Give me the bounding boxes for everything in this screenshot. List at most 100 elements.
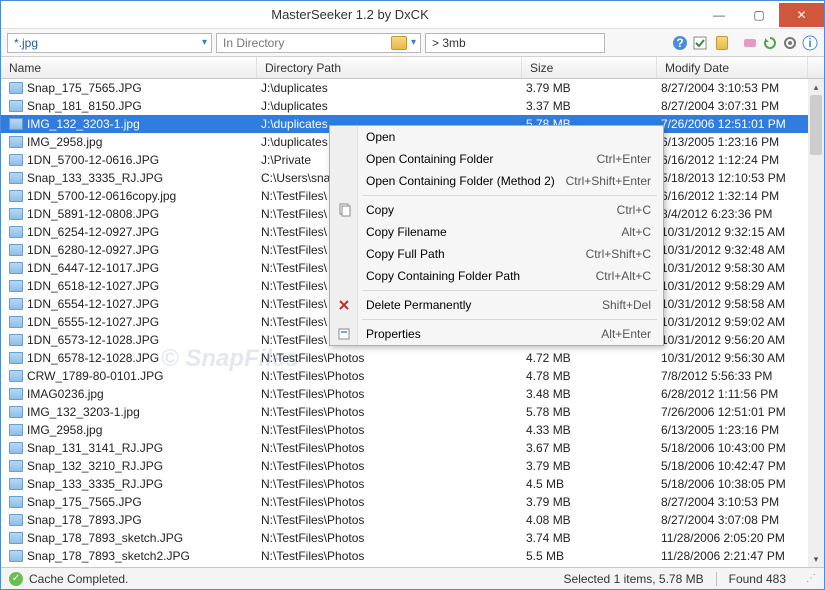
- gear-icon[interactable]: [782, 35, 798, 51]
- dropdown-icon[interactable]: ▾: [411, 37, 416, 48]
- file-name: Snap_175_7565.JPG: [27, 495, 142, 509]
- menu-item[interactable]: Open Containing FolderCtrl+Enter: [330, 148, 663, 170]
- refresh-icon[interactable]: [762, 35, 778, 51]
- directory-input[interactable]: [221, 36, 387, 50]
- scrollbar-thumb[interactable]: [810, 95, 822, 155]
- header-date[interactable]: Modify Date: [657, 57, 808, 78]
- image-file-icon: [9, 136, 23, 148]
- info-icon[interactable]: i: [802, 35, 818, 51]
- file-size: 4.08 MB: [522, 513, 657, 527]
- file-date: 8/27/2004 3:10:53 PM: [657, 495, 824, 509]
- header-name[interactable]: Name: [1, 57, 257, 78]
- file-dir: N:\TestFiles\Photos: [257, 513, 522, 527]
- header-dir[interactable]: Directory Path: [257, 57, 522, 78]
- table-row[interactable]: Snap_131_3141_RJ.JPGN:\TestFiles\Photos3…: [1, 439, 824, 457]
- image-file-icon: [9, 424, 23, 436]
- copy-icon: [336, 202, 352, 218]
- file-dir: N:\TestFiles\Photos: [257, 369, 522, 383]
- folder-tool-icon[interactable]: [712, 35, 728, 51]
- vertical-scrollbar[interactable]: ▴ ▾: [808, 79, 824, 567]
- folder-icon[interactable]: [391, 36, 407, 50]
- menu-item[interactable]: Open Containing Folder (Method 2)Ctrl+Sh…: [330, 170, 663, 192]
- menu-item[interactable]: CopyCtrl+C: [330, 199, 663, 221]
- file-dir: N:\TestFiles\Photos: [257, 405, 522, 419]
- file-name: Snap_181_8150.JPG: [27, 99, 142, 113]
- directory-box[interactable]: ▾: [216, 33, 421, 53]
- dropdown-icon[interactable]: ▾: [202, 37, 207, 48]
- image-file-icon: [9, 478, 23, 490]
- search-pattern-input[interactable]: [12, 36, 198, 50]
- menu-label: Open Containing Folder: [366, 152, 493, 166]
- image-file-icon: [9, 244, 23, 256]
- table-row[interactable]: Snap_175_7565.JPGN:\TestFiles\Photos3.79…: [1, 493, 824, 511]
- table-row[interactable]: Snap_178_7893_sketch.JPGN:\TestFiles\Pho…: [1, 529, 824, 547]
- resize-grip-icon[interactable]: ⋰: [806, 573, 816, 584]
- menu-label: Copy Containing Folder Path: [366, 269, 520, 283]
- table-row[interactable]: Snap_178_7893_sketch2.JPGN:\TestFiles\Ph…: [1, 547, 824, 565]
- table-row[interactable]: IMG_132_3203-1.jpgN:\TestFiles\Photos5.7…: [1, 403, 824, 421]
- table-row[interactable]: Snap_178_7893.JPG N:\TestFiles\Photos4.08…: [1, 511, 824, 529]
- check-icon: ✓: [9, 572, 23, 586]
- toolbar: ▾ ▾ ? i: [1, 29, 824, 57]
- file-size: 3.67 MB: [522, 441, 657, 455]
- image-file-icon: [9, 262, 23, 274]
- close-button[interactable]: ✕: [779, 3, 824, 27]
- file-name: CRW_1789-80-0101.JPG: [27, 369, 164, 383]
- table-row[interactable]: 1DN_6578-12-1028.JPGN:\TestFiles\Photos4…: [1, 349, 824, 367]
- table-row[interactable]: CRW_1789-80-0101.JPGN:\TestFiles\Photos4…: [1, 367, 824, 385]
- header-size[interactable]: Size: [522, 57, 657, 78]
- menu-item[interactable]: Delete PermanentlyShift+Del: [330, 294, 663, 316]
- file-size: 3.74 MB: [522, 531, 657, 545]
- svg-text:?: ?: [676, 36, 683, 50]
- file-name: 1DN_6518-12-1027.JPG: [27, 279, 159, 293]
- file-dir: N:\TestFiles\Photos: [257, 387, 522, 401]
- delete-icon: [336, 297, 352, 313]
- file-size: 3.48 MB: [522, 387, 657, 401]
- file-date: 5/18/2006 10:42:47 PM: [657, 459, 824, 473]
- checkbox-icon[interactable]: [692, 35, 708, 51]
- status-cache: Cache Completed.: [29, 572, 128, 586]
- status-selection: Selected 1 items, 5.78 MB: [564, 572, 704, 586]
- menu-item[interactable]: Open: [330, 126, 663, 148]
- file-date: 5/18/2006 10:38:05 PM: [657, 477, 824, 491]
- file-date: 10/31/2012 9:56:30 AM: [657, 351, 824, 365]
- menu-item[interactable]: Copy Containing Folder PathCtrl+Alt+C: [330, 265, 663, 287]
- file-date: 6/13/2005 1:23:16 PM: [657, 135, 824, 149]
- size-filter-input[interactable]: [430, 36, 600, 50]
- table-row[interactable]: IMG_2958.jpgN:\TestFiles\Photos4.33 MB6/…: [1, 421, 824, 439]
- file-dir: N:\TestFiles\Photos: [257, 495, 522, 509]
- table-row[interactable]: Snap_133_3335_RJ.JPGN:\TestFiles\Photos4…: [1, 475, 824, 493]
- menu-label: Copy: [366, 203, 394, 217]
- eraser-icon[interactable]: [742, 35, 758, 51]
- menu-item[interactable]: Copy FilenameAlt+C: [330, 221, 663, 243]
- menu-shortcut: Shift+Del: [602, 298, 651, 312]
- file-date: 10/31/2012 9:58:30 AM: [657, 261, 824, 275]
- menu-item[interactable]: Copy Full PathCtrl+Shift+C: [330, 243, 663, 265]
- maximize-button[interactable]: ▢: [739, 3, 779, 27]
- file-dir: N:\TestFiles\Photos: [257, 477, 522, 491]
- table-row[interactable]: IMAG0236.jpgN:\TestFiles\Photos3.48 MB6/…: [1, 385, 824, 403]
- file-date: 10/31/2012 9:58:29 AM: [657, 279, 824, 293]
- file-name: Snap_178_7893.JPG: [27, 513, 142, 527]
- image-file-icon: [9, 334, 23, 346]
- table-row[interactable]: Snap_181_8150.JPGJ:\duplicates3.37 MB8/2…: [1, 97, 824, 115]
- file-name: Snap_178_7893_sketch2.JPG: [27, 549, 190, 563]
- size-filter-box[interactable]: [425, 33, 605, 53]
- search-pattern-box[interactable]: ▾: [7, 33, 212, 53]
- minimize-button[interactable]: —: [699, 3, 739, 27]
- menu-label: Properties: [366, 327, 421, 341]
- file-dir: N:\TestFiles\Photos: [257, 531, 522, 545]
- image-file-icon: [9, 514, 23, 526]
- file-date: 7/26/2006 12:51:01 PM: [657, 405, 824, 419]
- help-icon[interactable]: ?: [672, 35, 688, 51]
- file-size: 5.5 MB: [522, 549, 657, 563]
- scroll-down-icon[interactable]: ▾: [808, 551, 824, 567]
- scroll-up-icon[interactable]: ▴: [808, 79, 824, 95]
- file-date: 10/31/2012 9:32:15 AM: [657, 225, 824, 239]
- menu-item[interactable]: PropertiesAlt+Enter: [330, 323, 663, 345]
- file-dir: N:\TestFiles\Photos: [257, 441, 522, 455]
- menu-separator: [362, 290, 657, 291]
- table-row[interactable]: Snap_132_3210_RJ.JPGN:\TestFiles\Photos3…: [1, 457, 824, 475]
- table-row[interactable]: Snap_175_7565.JPGJ:\duplicates3.79 MB8/2…: [1, 79, 824, 97]
- image-file-icon: [9, 388, 23, 400]
